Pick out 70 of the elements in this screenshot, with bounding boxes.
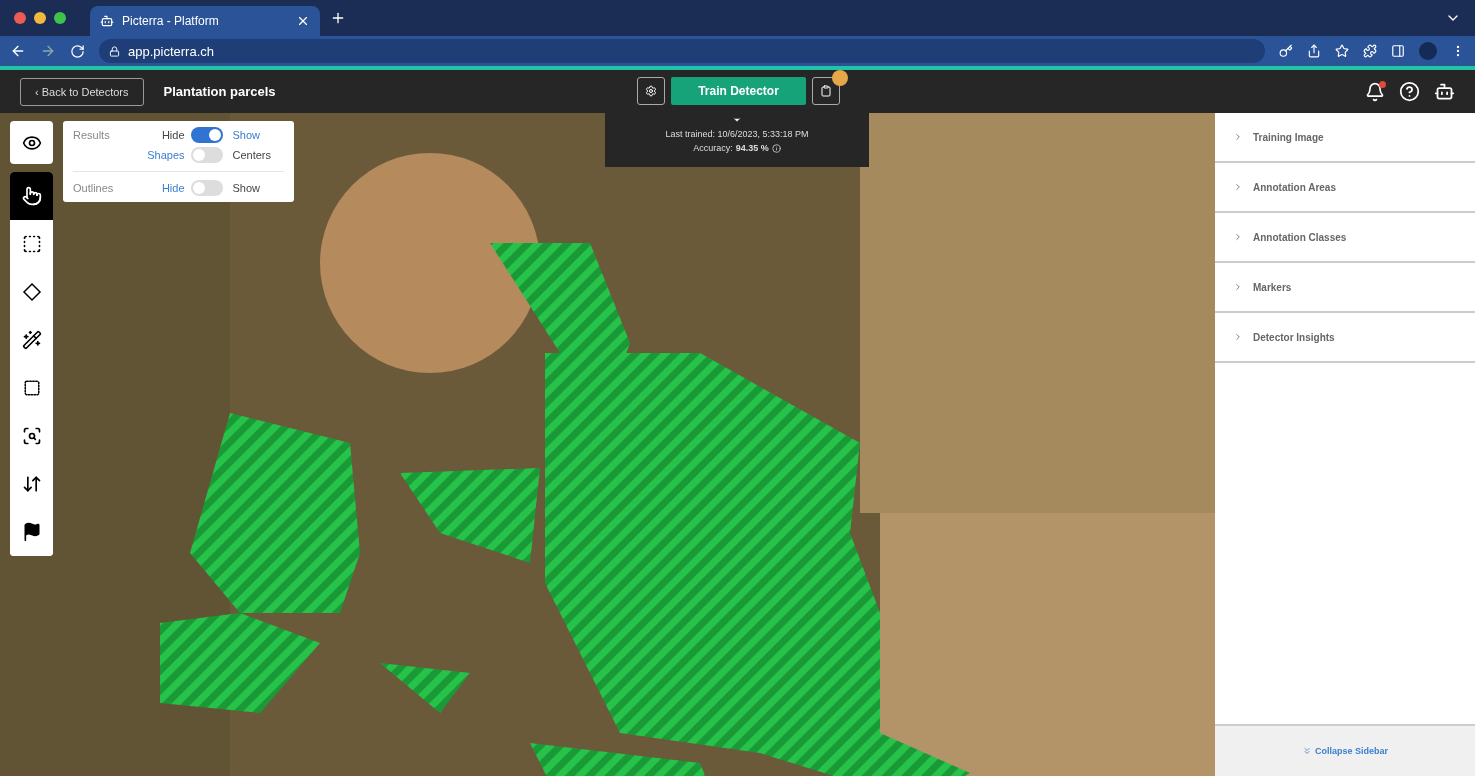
arrows-up-down-icon: [21, 474, 42, 494]
pointer-icon: [21, 186, 42, 206]
sidebar-section[interactable]: Training Image: [1215, 113, 1475, 163]
settings-icon: [645, 85, 657, 97]
tab-title: Picterra - Platform: [122, 14, 220, 28]
browser-tab[interactable]: Picterra - Platform: [90, 6, 320, 36]
tool-button[interactable]: [10, 172, 53, 220]
lock-icon: [109, 45, 120, 57]
accuracy-text: Accuracy: 94.35 %: [693, 143, 781, 153]
option-text: Hide: [161, 182, 185, 194]
magic-wand-icon: [21, 330, 42, 350]
toggle-switch[interactable]: [190, 147, 223, 163]
chevron-right-icon: [1233, 132, 1243, 142]
visibility-button[interactable]: [10, 121, 53, 164]
section-title: Annotation Classes: [1253, 231, 1347, 243]
sidebar-section[interactable]: Annotation Classes: [1215, 213, 1475, 263]
option-text: Shapes: [147, 149, 185, 161]
option-text: Show: [232, 182, 262, 194]
forward-icon[interactable]: [40, 43, 56, 59]
back-icon[interactable]: [10, 43, 26, 59]
sidebar-section[interactable]: Detector Insights: [1215, 313, 1475, 363]
address-field[interactable]: app.picterra.ch: [99, 39, 1265, 63]
settings-button[interactable]: [637, 77, 665, 105]
minimize-window-dot[interactable]: [34, 12, 46, 24]
new-tab-icon[interactable]: [330, 10, 346, 26]
chevron-right-icon: [1233, 232, 1243, 242]
section-title: Training Image: [1253, 131, 1324, 143]
info-icon: [771, 143, 781, 153]
robot-avatar-icon[interactable]: [1434, 81, 1455, 102]
option-text: Show: [232, 129, 262, 141]
notifications-icon[interactable]: [1365, 81, 1385, 102]
chevrons-down-icon: [1302, 746, 1312, 756]
site-logo-icon: [100, 14, 114, 28]
puzzle-icon[interactable]: [1363, 44, 1377, 58]
url-text: app.picterra.ch: [128, 43, 214, 59]
option-label: Results: [73, 129, 111, 141]
star-icon[interactable]: [1335, 44, 1349, 58]
search-icon: [21, 426, 42, 446]
sidebar-section[interactable]: Markers: [1215, 263, 1475, 313]
close-icon[interactable]: [296, 14, 310, 28]
section-title: Detector Insights: [1253, 331, 1335, 343]
section-title: Markers: [1253, 281, 1292, 293]
satellite-map[interactable]: Last trained: 10/6/2023, 5:33:18 PM Accuracy: 94.35 % Results Hide Show Shapes Centers Outlines Hide Show: [0, 113, 1215, 776]
sidebar-section[interactable]: Annotation Areas: [1215, 163, 1475, 213]
chevron-right-icon: [1233, 332, 1243, 342]
polygon-icon: [21, 282, 42, 302]
help-icon[interactable]: [1399, 81, 1420, 102]
option-text: Centers: [232, 149, 273, 161]
detector-title: Plantation parcels: [163, 84, 276, 99]
caret-icon: [732, 115, 742, 125]
dashed-rectangle-icon: [21, 234, 42, 254]
section-title: Annotation Areas: [1253, 181, 1336, 193]
chevron-right-icon: [1233, 282, 1243, 292]
framed-square-icon: [22, 379, 41, 397]
clipboard-icon: [820, 85, 832, 97]
toggle-switch[interactable]: [190, 180, 223, 196]
option-label: Outlines: [73, 182, 115, 194]
chevron-right-icon: [1233, 182, 1243, 192]
maximize-window-dot[interactable]: [54, 12, 66, 24]
option-text: Hide: [161, 129, 185, 141]
key-icon[interactable]: [1279, 44, 1293, 58]
back-to-detectors-button[interactable]: ‹ Back to Detectors: [20, 77, 144, 106]
close-window-dot[interactable]: [14, 12, 26, 24]
train-detector-button[interactable]: Train Detector: [671, 77, 806, 105]
side-panel-icon[interactable]: [1391, 44, 1405, 58]
share-icon[interactable]: [1307, 44, 1321, 58]
collapse-sidebar-button[interactable]: Collapse Sidebar: [1296, 745, 1394, 757]
reload-icon[interactable]: [70, 43, 85, 59]
toggle-switch[interactable]: [190, 127, 223, 143]
last-trained-text: Last trained: 10/6/2023, 5:33:18 PM: [665, 129, 809, 139]
